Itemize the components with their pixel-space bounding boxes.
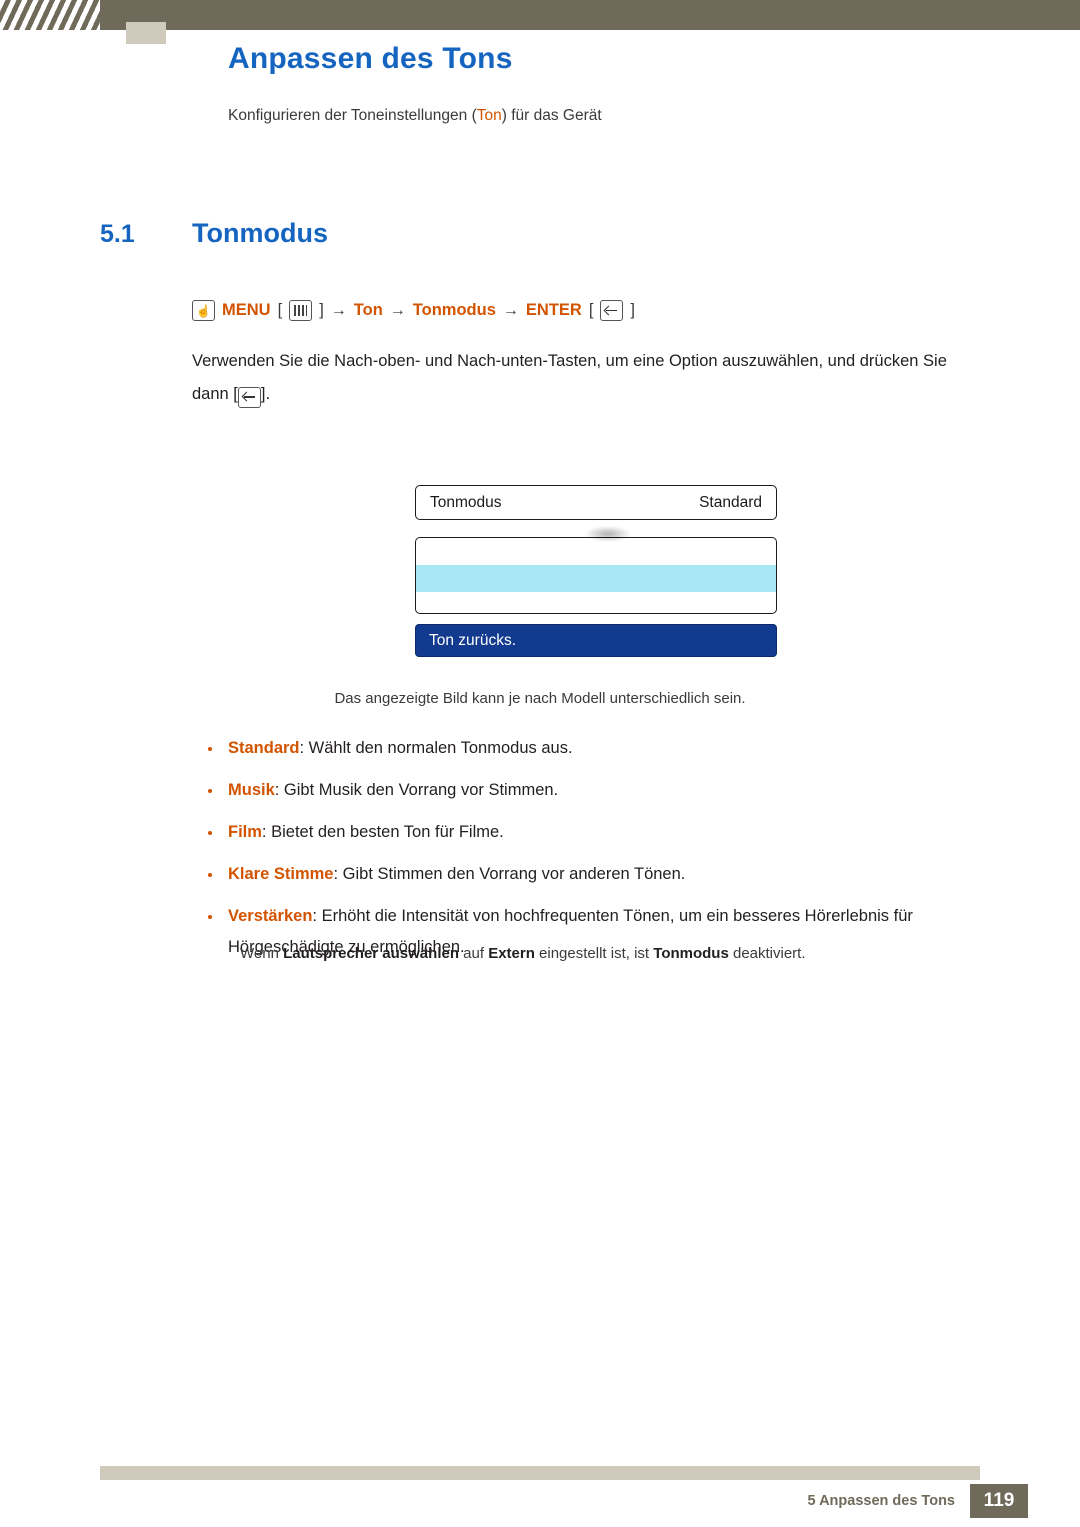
list-item-term: Film — [228, 823, 262, 841]
note-mid-2: eingestellt ist, ist — [534, 945, 654, 962]
subtitle-pre: Konfigurieren der Toneinstellungen ( — [228, 107, 477, 124]
page-tab-marker — [126, 22, 166, 44]
path-menu-label: MENU — [222, 301, 271, 319]
path-arrow-3: → — [502, 301, 519, 319]
figure-caption: Das angezeigte Bild kann je nach Modell … — [334, 690, 746, 707]
mode-list: Standard: Wählt den normalen Tonmodus au… — [192, 733, 1022, 974]
path-arrow-2: → — [389, 301, 406, 319]
bracket-close-1: ] — [319, 301, 324, 319]
enter-arrow-icon-inline — [237, 386, 261, 408]
bracket-close-2: ] — [630, 301, 636, 319]
note-text: Wenn Lautsprecher auswählen auf Extern e… — [240, 941, 1030, 967]
instruction-paragraph: Verwenden Sie die Nach-oben- und Nach-un… — [192, 345, 1012, 411]
menu-path: ☝ MENU [ ] → Ton → Tonmodus → ENTER [ ] — [192, 300, 635, 321]
osd-drop-shadow — [585, 526, 631, 542]
hand-pointer-icon: ☝ — [192, 300, 215, 321]
list-item-term: Klare Stimme — [228, 865, 334, 883]
page-title: Anpassen des Tons — [228, 42, 513, 75]
hatch-pattern — [0, 0, 100, 30]
note-post: deaktiviert. — [728, 945, 806, 962]
list-item: Standard: Wählt den normalen Tonmodus au… — [192, 733, 1022, 764]
bracket-open-1: [ — [277, 301, 283, 319]
path-step-tonmodus: Tonmodus — [412, 301, 496, 319]
bracket-open-2: [ — [588, 301, 594, 319]
list-item-text: : Bietet den besten Ton für Filme. — [261, 823, 504, 841]
note-bold-3: Tonmodus — [653, 945, 729, 962]
subtitle-post: ) für das Gerät — [501, 107, 602, 124]
list-item: Film: Bietet den besten Ton für Filme. — [192, 817, 1022, 848]
list-item: Musik: Gibt Musik den Vorrang vor Stimme… — [192, 775, 1022, 806]
osd-reset-row[interactable]: Ton zurücks. — [415, 624, 777, 657]
menu-bars-icon — [289, 300, 313, 321]
list-item-term: Musik — [228, 781, 275, 799]
instruction-line-1: Verwenden Sie die Nach-oben- und Nach-un… — [192, 352, 947, 370]
list-item: Klare Stimme: Gibt Stimmen den Vorrang v… — [192, 859, 1022, 890]
list-item-term: Verstärken — [228, 907, 313, 925]
section-number: 5.1 — [100, 220, 135, 248]
osd-screenshot: Tonmodus Standard Ton zurücks. — [415, 485, 777, 657]
osd-row-tonmodus[interactable]: Tonmodus Standard — [415, 485, 777, 520]
page-subtitle: Konfigurieren der Toneinstellungen (Ton)… — [228, 107, 602, 125]
path-step-ton: Ton — [353, 301, 383, 319]
osd-row-label: Tonmodus — [430, 493, 502, 511]
footer-chapter-label: 5 Anpassen des Tons — [807, 1493, 955, 1509]
osd-highlighted-row[interactable] — [415, 565, 777, 592]
page-number-badge: 119 — [970, 1484, 1028, 1518]
subtitle-highlight: Ton — [476, 107, 502, 124]
path-enter-label: ENTER — [525, 301, 582, 319]
instruction-line-2-pre: dann [ — [192, 385, 238, 403]
path-arrow-1: → — [330, 301, 347, 319]
enter-arrow-icon — [600, 300, 624, 321]
list-item-term: Standard — [228, 739, 300, 757]
list-item-text: : Gibt Stimmen den Vorrang vor anderen T… — [333, 865, 686, 883]
osd-reset-label: Ton zurücks. — [429, 631, 517, 649]
osd-blank-row-bottom — [415, 592, 777, 614]
note-bold-1: Lautsprecher auswählen — [283, 945, 459, 962]
note-mid-1: auf — [459, 945, 489, 962]
instruction-line-2-post: ]. — [260, 385, 271, 403]
osd-row-value: Standard — [699, 493, 762, 511]
footer-divider — [100, 1466, 980, 1480]
note-pre: Wenn — [240, 945, 284, 962]
list-item-text: : Wählt den normalen Tonmodus aus. — [299, 739, 573, 757]
note-bold-2: Extern — [488, 945, 535, 962]
list-item-text: : Gibt Musik den Vorrang vor Stimmen. — [274, 781, 559, 799]
section-title: Tonmodus — [192, 218, 328, 248]
